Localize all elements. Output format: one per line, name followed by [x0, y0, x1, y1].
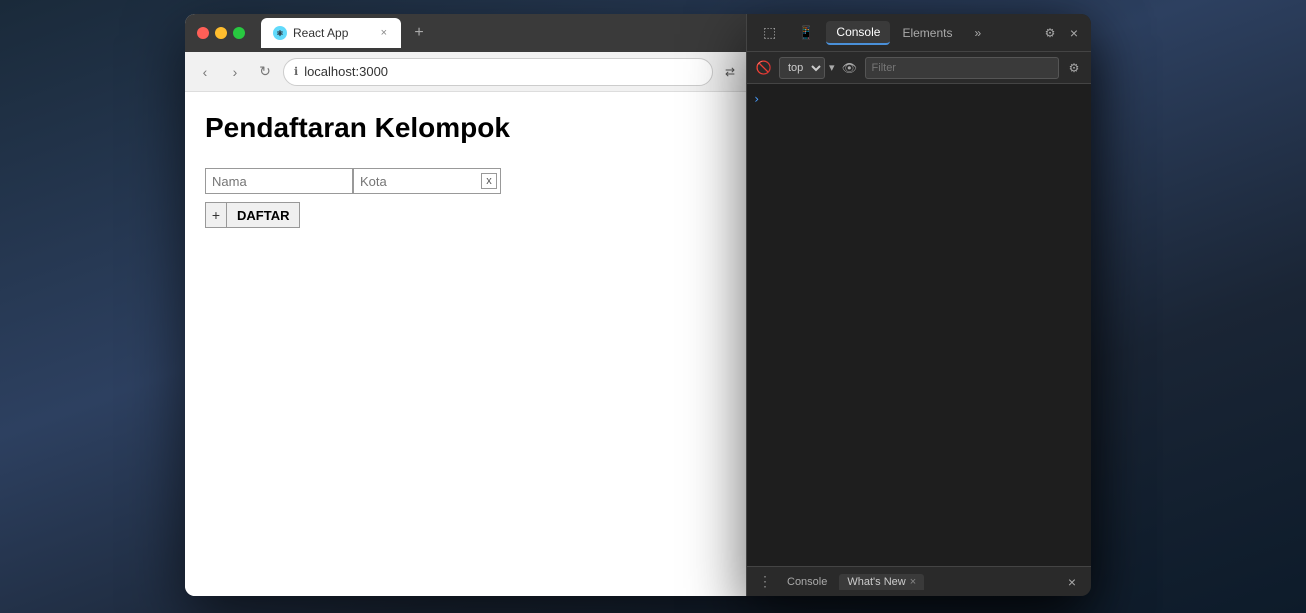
kota-input-wrapper: x	[353, 168, 501, 194]
devtools-filter-input[interactable]	[865, 57, 1059, 79]
devtools-eye-button[interactable]: 👁	[839, 57, 861, 79]
devtools-header: ⬚ 📱 Console Elements » ⚙ ×	[747, 14, 1091, 52]
minimize-window-button[interactable]	[215, 27, 227, 39]
back-button[interactable]: ‹	[193, 60, 217, 84]
maximize-window-button[interactable]	[233, 27, 245, 39]
active-tab[interactable]: ⚛ React App ×	[261, 18, 401, 48]
devtools-context-select[interactable]: top	[779, 57, 825, 79]
daftar-button[interactable]: DAFTAR	[227, 202, 300, 228]
devtools-panel: ⬚ 📱 Console Elements » ⚙ × 🚫 top ▾ 👁 ⚙ ›…	[746, 14, 1091, 596]
devtools-footer-whatsnew-close[interactable]: ×	[910, 576, 916, 588]
url-text: localhost:3000	[304, 64, 702, 79]
devtools-footer: ⋮ Console What's New × ×	[747, 566, 1091, 596]
traffic-lights	[197, 27, 245, 39]
devtools-more-tabs[interactable]: »	[964, 22, 991, 44]
tab-close-button[interactable]: ×	[379, 25, 389, 41]
devtools-dropdown-icon: ▾	[829, 61, 835, 74]
devtools-tab-console[interactable]: Console	[826, 21, 890, 45]
translate-icon[interactable]: ⇄	[719, 61, 741, 83]
tab-title: React App	[293, 26, 373, 40]
devtools-tab-inspect[interactable]: ⬚	[753, 20, 786, 45]
forward-button[interactable]: ›	[223, 60, 247, 84]
devtools-settings-button[interactable]: ⚙	[1039, 22, 1061, 44]
add-member-button[interactable]: +	[205, 202, 227, 228]
new-tab-button[interactable]: +	[405, 19, 433, 47]
devtools-body: ›	[747, 84, 1091, 566]
devtools-toolbar: 🚫 top ▾ 👁 ⚙	[747, 52, 1091, 84]
devtools-footer-close-button[interactable]: ×	[1061, 571, 1083, 593]
kota-clear-button[interactable]: x	[481, 173, 497, 189]
devtools-no-entry-icon[interactable]: 🚫	[753, 57, 775, 79]
address-bar[interactable]: ℹ localhost:3000	[283, 58, 713, 86]
devtools-close-button[interactable]: ×	[1063, 22, 1085, 44]
close-window-button[interactable]	[197, 27, 209, 39]
devtools-prompt: ›	[753, 92, 760, 106]
reload-button[interactable]: ↻	[253, 60, 277, 84]
tab-favicon-icon: ⚛	[273, 26, 287, 40]
lock-icon: ℹ	[294, 65, 298, 78]
devtools-footer-console-tab[interactable]: Console	[779, 574, 835, 590]
devtools-footer-whatsnew-label: What's New	[847, 576, 905, 588]
devtools-tab-device[interactable]: 📱	[788, 21, 824, 45]
kota-input[interactable]	[353, 168, 501, 194]
devtools-tab-elements[interactable]: Elements	[892, 22, 962, 44]
nama-input[interactable]	[205, 168, 353, 194]
devtools-footer-whatsnew-tab[interactable]: What's New ×	[839, 574, 924, 590]
devtools-toolbar-settings-button[interactable]: ⚙	[1063, 57, 1085, 79]
devtools-header-right: ⚙ ×	[1039, 22, 1085, 44]
devtools-footer-menu-button[interactable]: ⋮	[755, 572, 775, 592]
